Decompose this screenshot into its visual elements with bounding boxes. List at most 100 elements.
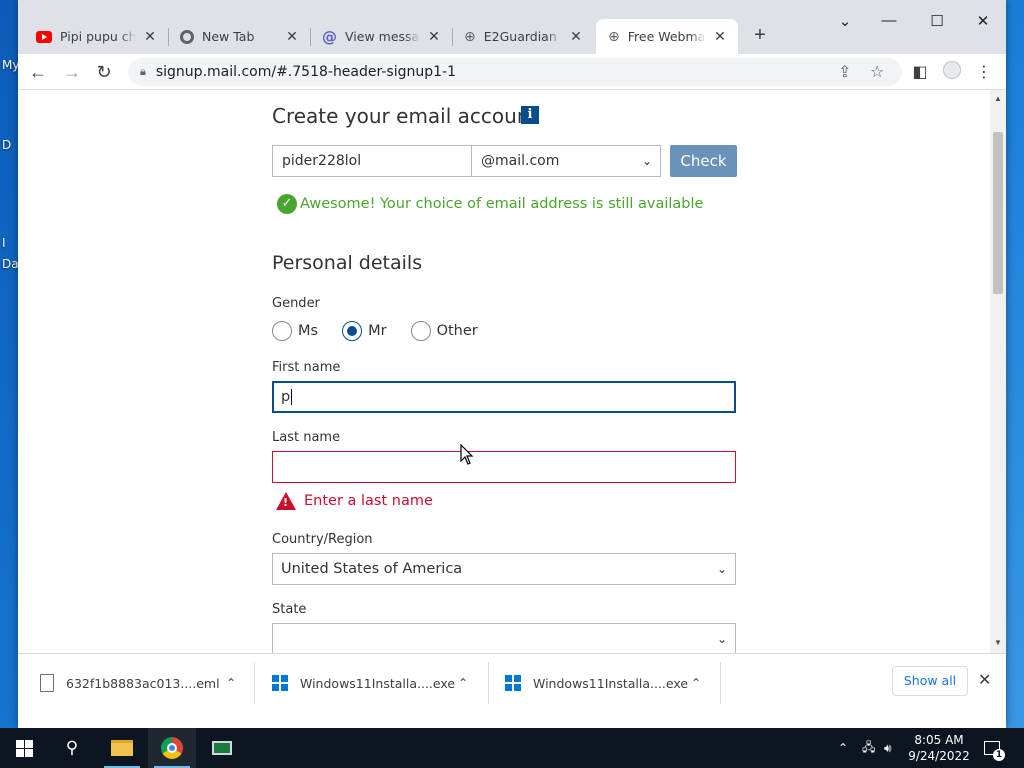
close-icon[interactable]: ✕ (568, 29, 584, 45)
country-select[interactable]: United States of America ⌄ (272, 553, 736, 585)
state-select[interactable]: ⌄ (272, 623, 736, 653)
first-name-input[interactable]: p (272, 381, 736, 413)
radio-label[interactable]: Ms (298, 323, 318, 339)
tab-strip: Pipi pupu che ✕ New Tab ✕ @ View message… (18, 0, 1006, 54)
system-clock[interactable]: 8:05 AM 9/24/2022 (900, 732, 978, 764)
download-divider (488, 662, 489, 704)
new-tab-button[interactable]: + (748, 24, 772, 47)
gender-radio-ms[interactable]: Ms (272, 321, 318, 341)
lock-icon[interactable]: 🔒︎ (140, 65, 146, 79)
last-name-input[interactable] (272, 451, 736, 483)
chevron-down-icon: ⌄ (641, 154, 652, 168)
network-icon[interactable]: 🖧︎ (862, 728, 875, 768)
info-icon[interactable]: i (521, 106, 539, 124)
chevron-up-icon[interactable]: ⌃ (691, 676, 701, 690)
gender-radio-other[interactable]: Other (410, 321, 478, 341)
check-button[interactable]: Check (670, 145, 737, 177)
monitor-app-icon (212, 741, 232, 755)
close-window-button[interactable]: ✕ (968, 12, 998, 30)
download-item[interactable]: 632f1b8883ac013....eml ⌃ (40, 654, 254, 712)
scroll-up-arrow-icon[interactable]: ▲ (993, 94, 1003, 103)
close-icon[interactable]: ✕ (284, 29, 300, 45)
first-name-label: First name (272, 360, 341, 375)
gender-radio-mr[interactable]: Mr (342, 321, 387, 341)
email-domain-value: @mail.com (481, 153, 560, 169)
tab-title: Pipi pupu che (60, 29, 136, 44)
availability-text: Awesome! Your choice of email address is… (300, 196, 704, 212)
taskbar-file-explorer[interactable] (98, 728, 146, 768)
scroll-down-arrow-icon[interactable]: ▼ (993, 638, 1003, 647)
taskbar-chrome[interactable] (148, 728, 196, 768)
email-local-input[interactable]: pider228lol (272, 145, 471, 177)
radio-label[interactable]: Mr (368, 323, 386, 339)
close-icon[interactable]: ✕ (426, 29, 442, 45)
country-label: Country/Region (272, 532, 373, 547)
tab-title: New Tab (202, 29, 255, 44)
availability-message: ✓ Awesome! Your choice of email address … (277, 194, 703, 214)
tray-chevron-icon[interactable]: ⌃ (838, 728, 848, 768)
chrome-icon (180, 29, 194, 44)
download-item[interactable]: Windows11Installa....exe ⌃ (505, 654, 719, 712)
clock-time: 8:05 AM (914, 733, 964, 747)
desktop-icon-label[interactable]: I (2, 236, 6, 250)
url-text[interactable]: signup.mail.com/#.7518-header-signup1-1 (156, 64, 456, 80)
volume-icon[interactable]: 🔊︎ (884, 728, 892, 768)
close-icon[interactable]: ✕ (712, 29, 728, 45)
scroll-thumb[interactable] (993, 132, 1003, 294)
country-value: United States of America (281, 561, 463, 577)
start-button[interactable] (0, 728, 48, 768)
minimize-button[interactable]: — (874, 12, 904, 29)
tab-new-tab[interactable]: New Tab ✕ (168, 19, 310, 54)
menu-kebab-icon[interactable]: ⋮ (974, 62, 994, 82)
tab-title: View message (345, 29, 420, 44)
tab-youtube[interactable]: Pipi pupu che ✕ (24, 19, 168, 54)
folder-icon (111, 740, 133, 756)
error-text: Enter a last name (304, 493, 433, 509)
text-caret (291, 389, 293, 405)
desktop-icon-label[interactable]: Da (2, 257, 19, 271)
tab-view-message[interactable]: @ View message ✕ (310, 19, 452, 54)
tab-e2guardian[interactable]: ⊕ E2Guardian - A ✕ (452, 19, 594, 54)
chevron-down-icon: ⌄ (716, 562, 727, 576)
close-icon[interactable]: ✕ (978, 670, 991, 690)
first-name-value: p (281, 389, 291, 405)
radio-label[interactable]: Other (437, 323, 478, 339)
email-domain-select[interactable]: @mail.com ⌄ (471, 145, 661, 177)
download-item[interactable]: Windows11Installa....exe ⌃ (272, 654, 486, 712)
reload-button[interactable]: ↻ (92, 60, 116, 84)
chrome-icon (161, 737, 183, 759)
youtube-icon (36, 30, 52, 43)
desktop-icon-label[interactable]: D (2, 138, 11, 152)
last-name-label: Last name (272, 430, 341, 445)
maximize-button[interactable]: ☐ (922, 12, 952, 30)
show-all-button[interactable]: Show all (892, 666, 968, 696)
share-icon[interactable]: ⇪ (838, 62, 851, 81)
tab-title: E2Guardian - A (483, 29, 562, 44)
search-icon: ⚲ (65, 738, 79, 757)
radio-circle[interactable] (410, 321, 431, 341)
taskbar-app[interactable] (198, 728, 246, 768)
radio-circle-selected[interactable] (342, 321, 363, 341)
desktop-icon-label[interactable]: My (2, 58, 19, 72)
chevron-up-icon[interactable]: ⌃ (458, 676, 468, 690)
address-bar[interactable]: 🔒︎ signup.mail.com/#.7518-header-signup1… (128, 58, 902, 86)
notification-icon[interactable]: 1 (984, 728, 1005, 768)
download-filename: Windows11Installa....exe (533, 675, 689, 691)
tab-search-chevron-icon[interactable]: ⌄ (830, 12, 860, 30)
personal-details-heading: Personal details (272, 252, 423, 274)
mail-at-icon: @ (322, 27, 337, 46)
file-icon (40, 674, 54, 692)
page-scrollbar[interactable]: ▲ ▼ (990, 90, 1006, 653)
back-button[interactable]: ← (26, 60, 50, 84)
bookmark-star-icon[interactable]: ☆ (870, 62, 884, 81)
close-icon[interactable]: ✕ (142, 29, 158, 45)
forward-button[interactable]: → (60, 60, 84, 84)
download-divider (254, 662, 255, 704)
tab-free-webmail[interactable]: ⊕ Free Webmail ✕ (596, 19, 738, 54)
side-panel-icon[interactable]: ◧ (910, 62, 930, 82)
profile-avatar-icon[interactable] (942, 61, 962, 85)
tab-title: Free Webmail (627, 29, 706, 44)
chevron-up-icon[interactable]: ⌃ (226, 676, 236, 690)
radio-circle[interactable] (272, 321, 292, 341)
search-button[interactable]: ⚲ (48, 728, 96, 768)
